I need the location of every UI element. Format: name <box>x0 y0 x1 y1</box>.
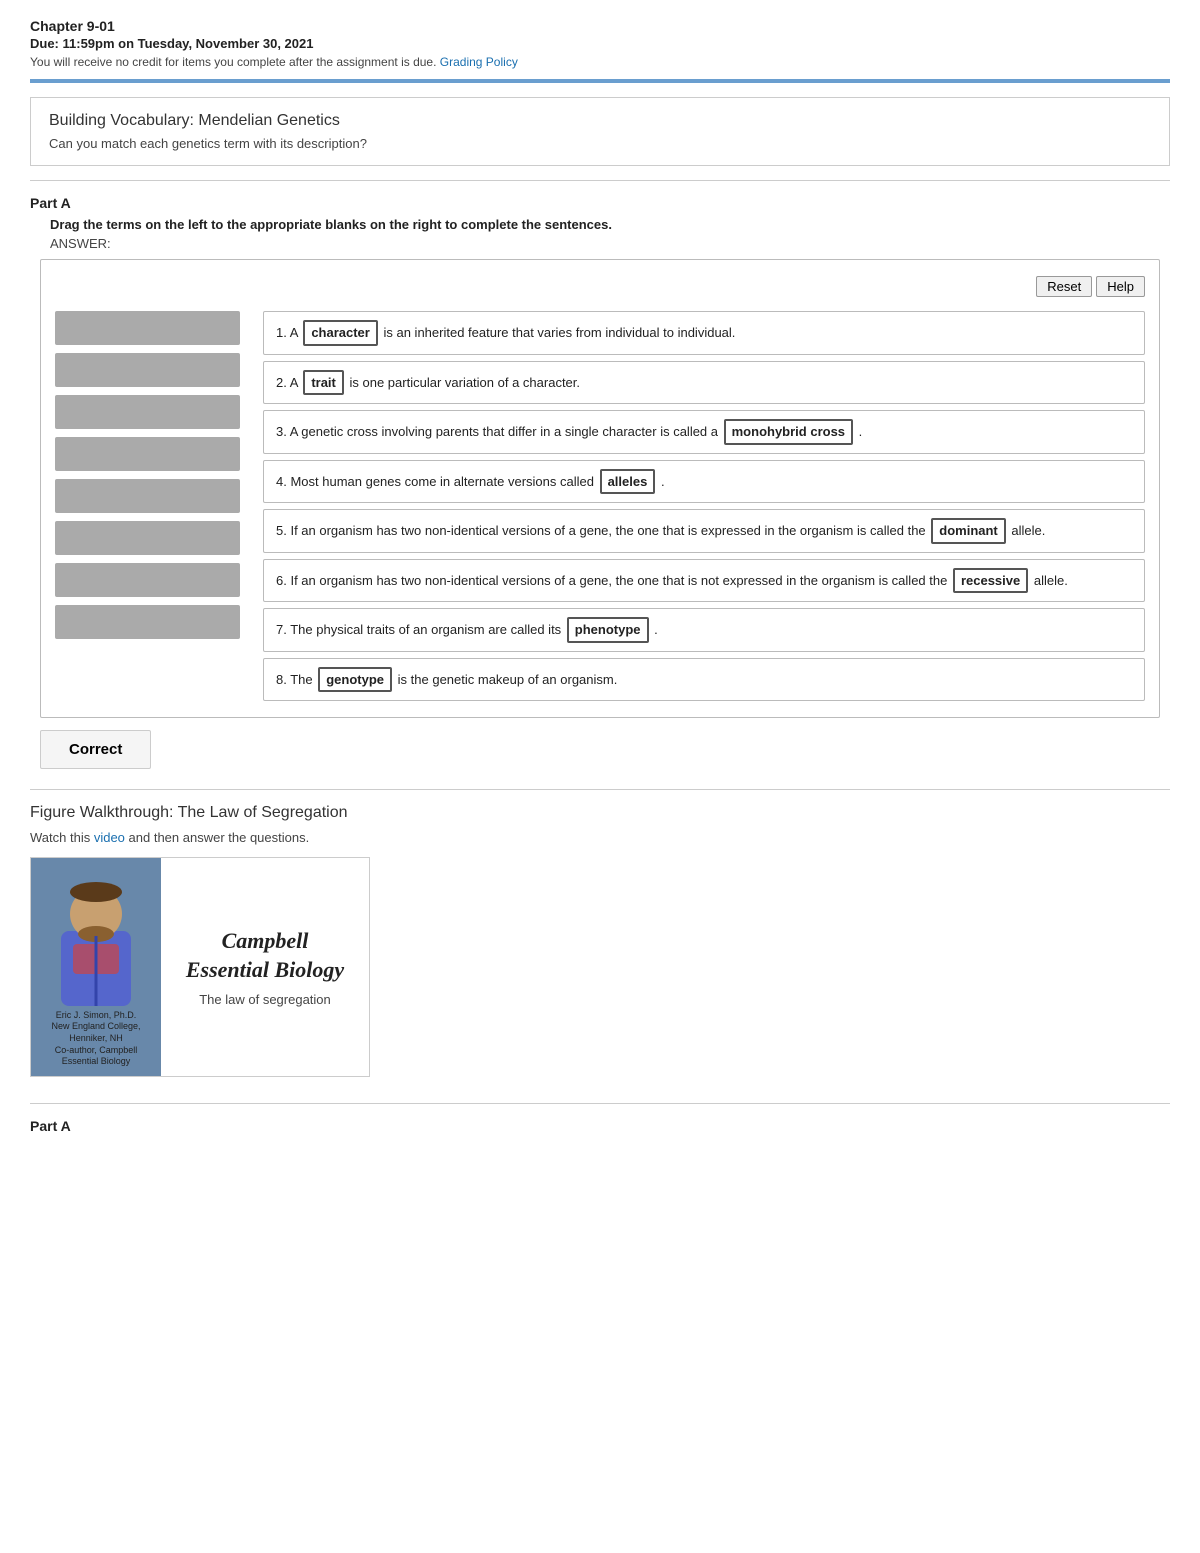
drag-tile-7[interactable] <box>55 563 240 597</box>
sentence-8-before: 8. The <box>276 672 316 687</box>
part-a-label: Part A <box>30 195 1170 211</box>
sentence-5-after: allele. <box>1011 523 1045 538</box>
drag-tile-1[interactable] <box>55 311 240 345</box>
watch-text-before: Watch this <box>30 830 90 845</box>
figure-walkthrough-section: Figure Walkthrough: The Law of Segregati… <box>30 790 1170 1091</box>
blank-7[interactable]: phenotype <box>567 617 649 643</box>
bottom-part-label: Part A <box>30 1118 1170 1134</box>
sentence-4-before: 4. Most human genes come in alternate ve… <box>276 474 598 489</box>
video-left-panel: Eric J. Simon, Ph.D. New England College… <box>31 858 161 1076</box>
drag-drop-container: Reset Help 1. A character is an i <box>40 259 1160 718</box>
watch-text-after: and then answer the questions. <box>129 830 310 845</box>
video-brand-line2: Essential Biology <box>186 957 344 982</box>
sentence-row-2: 2. A trait is one particular variation o… <box>263 361 1145 405</box>
blank-4[interactable]: alleles <box>600 469 656 495</box>
blank-2[interactable]: trait <box>303 370 344 396</box>
video-subtitle: The law of segregation <box>199 992 331 1007</box>
sentence-4-after: . <box>661 474 665 489</box>
help-button[interactable]: Help <box>1096 276 1145 297</box>
video-brand-line1: Campbell <box>222 928 309 953</box>
sentence-1-after: is an inherited feature that varies from… <box>383 325 735 340</box>
due-date: Due: 11:59pm on Tuesday, November 30, 20… <box>30 36 1170 51</box>
drag-tile-3[interactable] <box>55 395 240 429</box>
sentence-row-5: 5. If an organism has two non-identical … <box>263 509 1145 553</box>
drag-tile-4[interactable] <box>55 437 240 471</box>
blank-1[interactable]: character <box>303 320 378 346</box>
sentence-row-8: 8. The genotype is the genetic makeup of… <box>263 658 1145 702</box>
sentence-7-before: 7. The physical traits of an organism ar… <box>276 622 565 637</box>
dd-content: 1. A character is an inherited feature t… <box>55 311 1145 701</box>
dd-top-bar: Reset Help <box>55 276 1145 297</box>
sentence-7-after: . <box>654 622 658 637</box>
sentence-1-before: 1. A <box>276 325 301 340</box>
sentence-row-7: 7. The physical traits of an organism ar… <box>263 608 1145 652</box>
sentence-row-6: 6. If an organism has two non-identical … <box>263 559 1145 603</box>
chapter-title: Chapter 9-01 <box>30 18 1170 34</box>
video-brand: Campbell Essential Biology <box>186 927 344 984</box>
credit-notice: You will receive no credit for items you… <box>30 55 1170 69</box>
blank-5[interactable]: dominant <box>931 518 1006 544</box>
sentence-6-before: 6. If an organism has two non-identical … <box>276 573 951 588</box>
drag-tile-6[interactable] <box>55 521 240 555</box>
video-link[interactable]: video <box>94 830 125 845</box>
top-divider <box>30 79 1170 83</box>
grading-policy-link[interactable]: Grading Policy <box>440 55 518 69</box>
person-illustration <box>51 876 141 1006</box>
sentence-2-before: 2. A <box>276 375 301 390</box>
person-name: Eric J. Simon, Ph.D. <box>56 1010 137 1020</box>
drag-tiles-panel <box>55 311 245 701</box>
video-inner: Eric J. Simon, Ph.D. New England College… <box>31 858 369 1076</box>
answer-label: ANSWER: <box>30 236 1170 251</box>
sentence-6-after: allele. <box>1034 573 1068 588</box>
person-role: Co-author, Campbell Essential Biology <box>55 1045 138 1067</box>
sentence-3-before: 3. A genetic cross involving parents tha… <box>276 424 722 439</box>
blank-8[interactable]: genotype <box>318 667 392 693</box>
sentence-3-after: . <box>859 424 863 439</box>
drag-tile-5[interactable] <box>55 479 240 513</box>
video-right-panel: Campbell Essential Biology The law of se… <box>161 858 369 1076</box>
sentence-5-before: 5. If an organism has two non-identical … <box>276 523 929 538</box>
person-affiliation: New England College, Henniker, NH <box>51 1021 140 1043</box>
blank-6[interactable]: recessive <box>953 568 1028 594</box>
watch-instructions: Watch this video and then answer the que… <box>30 830 1170 845</box>
blank-3[interactable]: monohybrid cross <box>724 419 853 445</box>
sentences-panel: 1. A character is an inherited feature t… <box>263 311 1145 701</box>
figure-walkthrough-title: Figure Walkthrough: The Law of Segregati… <box>30 804 1170 822</box>
reset-button[interactable]: Reset <box>1036 276 1092 297</box>
sentence-row-4: 4. Most human genes come in alternate ve… <box>263 460 1145 504</box>
video-thumbnail[interactable]: Eric J. Simon, Ph.D. New England College… <box>30 857 370 1077</box>
header: Chapter 9-01 Due: 11:59pm on Tuesday, No… <box>0 0 1200 79</box>
drag-tile-8[interactable] <box>55 605 240 639</box>
part-a-section: Part A Drag the terms on the left to the… <box>0 181 1200 789</box>
correct-button[interactable]: Correct <box>40 730 151 769</box>
sentence-row-1: 1. A character is an inherited feature t… <box>263 311 1145 355</box>
sentence-row-3: 3. A genetic cross involving parents tha… <box>263 410 1145 454</box>
sentence-8-after: is the genetic makeup of an organism. <box>398 672 618 687</box>
building-vocabulary-title: Building Vocabulary: Mendelian Genetics <box>49 112 1151 130</box>
bottom-part-section: Part A <box>0 1104 1200 1134</box>
credit-notice-text: You will receive no credit for items you… <box>30 55 436 69</box>
building-vocabulary-desc: Can you match each genetics term with it… <box>49 136 1151 151</box>
drag-tile-2[interactable] <box>55 353 240 387</box>
sentence-2-after: is one particular variation of a charact… <box>350 375 581 390</box>
building-vocabulary-card: Building Vocabulary: Mendelian Genetics … <box>30 97 1170 166</box>
part-a-instruction: Drag the terms on the left to the approp… <box>30 217 1170 232</box>
